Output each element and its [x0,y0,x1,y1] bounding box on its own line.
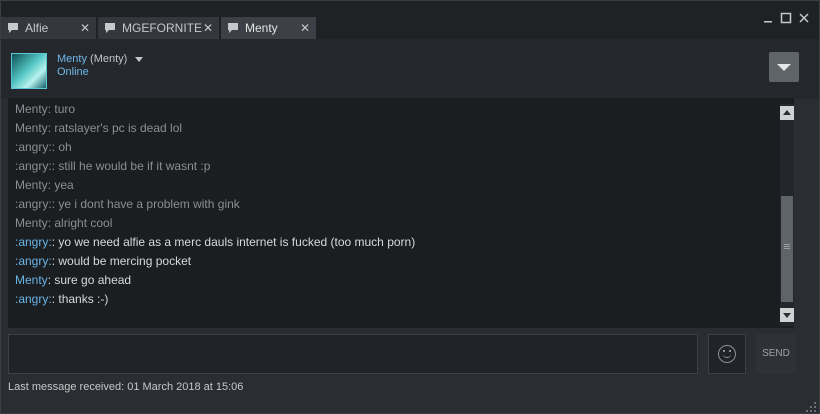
chat-log: Menty: turo Menty: ratslayer's pc is dead… [8,98,794,328]
message-text: : yo we need alfie as a merc dauls inter… [51,235,416,249]
tab-mgefornite[interactable]: MGEFORNITE ✕ [98,17,220,39]
contact-name[interactable]: Menty (Menty) [57,53,127,65]
scroll-down-icon[interactable] [780,308,794,322]
persona-name: Menty [57,53,87,65]
chat-message: :angry:: oh [15,138,775,157]
chat-message: :angry:: yo we need alfie as a merc daul… [15,233,775,252]
arrow-down-icon [777,64,791,71]
chat-message: Menty: alright cool [15,214,775,233]
message-speaker[interactable]: Menty [15,178,48,192]
tab-close-icon[interactable]: ✕ [203,17,213,39]
tab-label: Alfie [25,21,49,35]
message-text: : turo [47,102,76,116]
chat-bubble-icon [228,23,238,33]
message-speaker[interactable]: :angry: [15,140,52,154]
message-list: Menty: turo Menty: ratslayer's pc is dead… [15,100,775,309]
chat-bubble-icon [105,23,115,33]
minimize-icon[interactable] [761,11,775,25]
message-speaker[interactable]: :angry: [15,197,52,211]
avatar[interactable] [11,53,47,89]
message-text: : still he would be if it wasnt :p [51,159,211,173]
nickname: (Menty) [90,53,128,65]
maximize-icon[interactable] [779,11,793,25]
tab-label: MGEFORNITE [122,21,202,35]
contact-header: Menty (Menty) Online [1,39,819,99]
tab-label: Menty [245,21,278,35]
message-speaker[interactable]: :angry: [15,159,52,173]
chat-message: Menty: sure go ahead [15,271,775,290]
message-text: : ye i dont have a problem with gink [51,197,240,211]
chevron-down-icon[interactable] [135,57,143,62]
resize-grip-icon[interactable] [806,402,816,412]
chat-message: Menty: yea [15,176,775,195]
tab-menty[interactable]: Menty ✕ [221,17,317,39]
message-speaker[interactable]: :angry: [15,292,52,306]
status-text: Online [57,66,89,78]
chat-message: :angry:: would be mercing pocket [15,252,775,271]
chat-message: :angry:: still he would be if it wasnt :… [15,157,775,176]
chat-message: :angry:: thanks :-) [15,290,775,309]
send-button[interactable]: SEND [756,334,796,374]
message-text: : oh [51,140,72,154]
message-text: : sure go ahead [47,273,132,287]
scroll-up-icon[interactable] [780,106,794,120]
chat-message: Menty: ratslayer's pc is dead lol [15,119,775,138]
tab-close-icon[interactable]: ✕ [300,17,310,39]
chat-message: :angry:: ye i dont have a problem with g… [15,195,775,214]
message-speaker[interactable]: :angry: [15,254,52,268]
title-bar: Alfie ✕ MGEFORNITE ✕ Menty ✕ [1,1,819,39]
last-message-info: Last message received: 01 March 2018 at … [8,381,244,393]
message-text: : yea [47,178,74,192]
message-speaker[interactable]: Menty [15,273,48,287]
emoticon-button[interactable] [708,334,746,374]
message-text: : thanks :-) [51,292,109,306]
message-text: : would be mercing pocket [51,254,192,268]
message-speaker[interactable]: Menty [15,121,48,135]
message-text: : alright cool [47,216,113,230]
chat-message: Menty: turo [15,100,775,119]
message-speaker[interactable]: :angry: [15,235,52,249]
tab-close-icon[interactable]: ✕ [80,17,90,39]
emoticon-icon [718,345,736,363]
close-icon[interactable] [797,11,811,25]
chat-options-button[interactable] [769,52,799,82]
message-speaker[interactable]: Menty [15,102,48,116]
message-text: : ratslayer's pc is dead lol [47,121,183,135]
message-input[interactable] [8,334,698,374]
grip-icon [784,244,790,250]
chat-bubble-icon [8,23,18,33]
tab-alfie[interactable]: Alfie ✕ [1,17,97,39]
message-speaker[interactable]: Menty [15,216,48,230]
